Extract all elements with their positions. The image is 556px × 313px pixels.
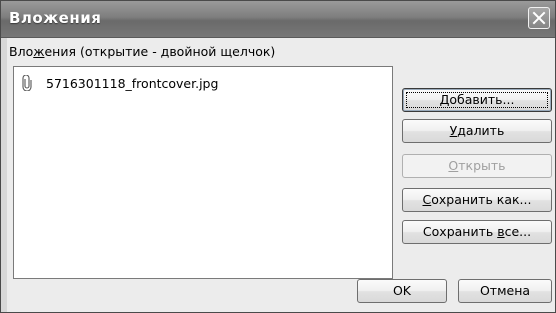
attachments-list-label: Вложения (открытие - двойной щелчок) (9, 44, 276, 59)
add-button[interactable]: Добавить... (402, 88, 552, 112)
cancel-button[interactable]: Отмена (458, 279, 552, 303)
list-item[interactable]: 5716301118_frontcover.jpg (20, 74, 218, 92)
close-icon (532, 11, 546, 25)
open-button[interactable]: Открыть (402, 154, 552, 178)
ok-button[interactable]: OK (357, 279, 447, 303)
attachments-dialog: Вложения Вложения (открытие - двойной ще… (0, 0, 556, 313)
dialog-body: Вложения (открытие - двойной щелчок) 571… (7, 38, 555, 312)
close-button[interactable] (528, 7, 550, 29)
attachment-filename: 5716301118_frontcover.jpg (46, 75, 219, 91)
attachments-listbox[interactable]: 5716301118_frontcover.jpg (13, 66, 393, 279)
delete-button[interactable]: Удалить (402, 119, 552, 143)
save-as-button[interactable]: Сохранить как... (402, 188, 552, 212)
save-all-button[interactable]: Сохранить все... (402, 220, 552, 244)
title-bar[interactable]: Вложения (1, 1, 555, 38)
window-title: Вложения (9, 9, 102, 27)
paperclip-icon (20, 74, 34, 92)
